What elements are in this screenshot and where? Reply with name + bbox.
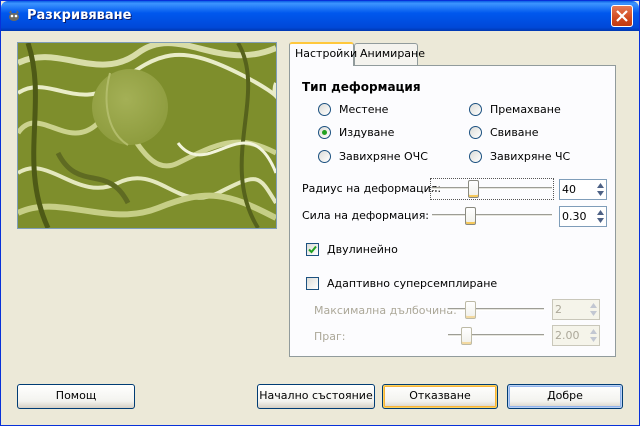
deformation-type-title: Тип деформация (302, 80, 421, 94)
checkbox-box (306, 242, 319, 256)
checkmark-icon (308, 245, 317, 253)
close-icon (616, 10, 628, 22)
radio-shrink[interactable]: Свиване (469, 124, 539, 140)
radius-slider[interactable] (430, 178, 554, 200)
radio-swirl-ccw[interactable]: Завихряне ОЧС (318, 148, 428, 164)
preview-image (17, 42, 277, 229)
radio-indicator (469, 102, 482, 116)
strength-slider[interactable] (432, 207, 552, 225)
threshold-input[interactable] (555, 328, 585, 343)
max-depth-input[interactable] (555, 302, 585, 317)
radio-indicator (318, 102, 331, 116)
cancel-button[interactable]: Отказване (382, 384, 498, 409)
radio-indicator-selected (318, 125, 331, 139)
window-title: Разкривяване (27, 8, 132, 23)
radio-swirl-cw[interactable]: Завихряне ЧС (469, 148, 570, 164)
tab-settings[interactable]: Настройки (289, 42, 357, 66)
radius-slider-thumb[interactable] (468, 180, 479, 198)
supersampling-checkbox[interactable]: Адаптивно суперсемплиране (306, 276, 497, 290)
bilinear-checkbox[interactable]: Двулинейно (306, 242, 398, 256)
spin-down-icon[interactable] (595, 189, 605, 197)
max-depth-spin-arrows[interactable] (588, 301, 598, 318)
spin-up-icon[interactable] (588, 327, 598, 335)
max-depth-slider[interactable] (448, 301, 544, 319)
radio-remove[interactable]: Премахване (469, 101, 561, 117)
ok-button[interactable]: Добре (507, 384, 623, 409)
threshold-label: Праг: (314, 330, 346, 343)
radio-indicator (469, 125, 482, 139)
threshold-slider-thumb[interactable] (461, 327, 472, 345)
settings-panel: Тип деформация Местене Премахване Издува… (289, 65, 616, 357)
radio-indicator (469, 149, 482, 163)
title-bar[interactable]: Разкривяване (1, 1, 639, 31)
threshold-slider[interactable] (448, 327, 544, 345)
radius-spin-arrows[interactable] (595, 181, 605, 198)
radio-grow[interactable]: Издуване (318, 124, 394, 140)
gimp-wilber-icon (9, 10, 19, 21)
spin-down-icon[interactable] (595, 216, 605, 224)
spin-up-icon[interactable] (595, 181, 605, 189)
checkbox-box (306, 276, 319, 290)
strength-input[interactable] (562, 209, 592, 224)
close-button[interactable] (611, 5, 633, 27)
threshold-spinbox[interactable] (552, 325, 600, 346)
strength-spinbox[interactable] (559, 206, 607, 227)
max-depth-label: Максимална дълбочина: (314, 304, 457, 317)
radius-spinbox[interactable] (559, 179, 607, 200)
radio-indicator (318, 149, 331, 163)
strength-spin-arrows[interactable] (595, 208, 605, 225)
dialog-window: Разкривяване Настройки Анимиране Тип деф… (0, 0, 640, 426)
spin-up-icon[interactable] (588, 301, 598, 309)
strength-label: Сила на деформация: (302, 209, 430, 222)
spin-down-icon[interactable] (588, 309, 598, 317)
spin-down-icon[interactable] (588, 335, 598, 343)
radius-input[interactable] (562, 182, 592, 197)
threshold-spin-arrows[interactable] (588, 327, 598, 344)
help-button[interactable]: Помощ (17, 384, 135, 409)
tab-animation[interactable]: Анимиране (354, 43, 425, 65)
strength-slider-thumb[interactable] (465, 207, 476, 225)
radio-move[interactable]: Местене (318, 101, 388, 117)
reset-button[interactable]: Начално състояние (257, 384, 375, 409)
max-depth-spinbox[interactable] (552, 299, 600, 320)
max-depth-slider-thumb[interactable] (465, 301, 476, 319)
radius-label: Радиус на деформация: (302, 182, 442, 195)
spin-up-icon[interactable] (595, 208, 605, 216)
